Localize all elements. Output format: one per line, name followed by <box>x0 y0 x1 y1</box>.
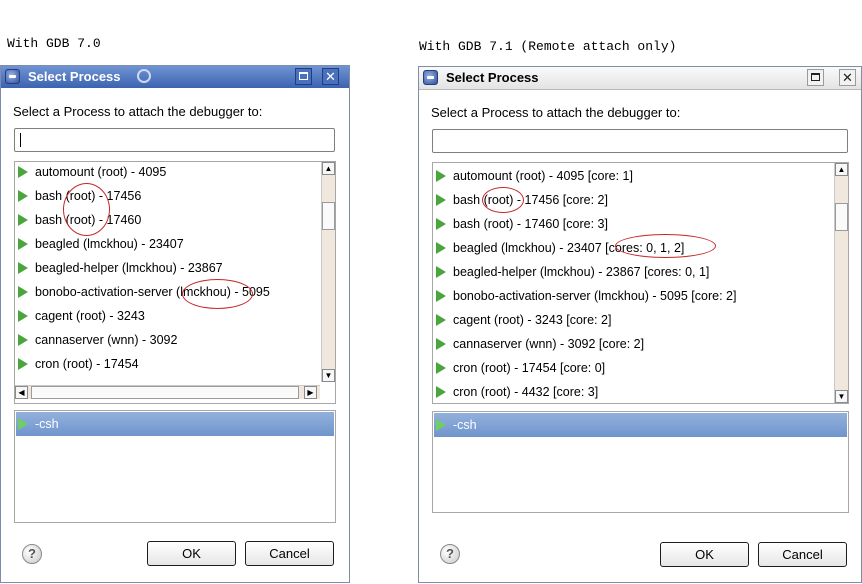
select-process-dialog-gdb-7-0: Select Process ✕ Select a Process to att… <box>0 65 350 583</box>
process-icon <box>18 166 28 178</box>
arrow-right-icon[interactable]: ▶ <box>304 386 317 399</box>
vertical-scrollbar[interactable]: ▲ ▼ <box>834 163 848 403</box>
selected-process-list[interactable]: -csh <box>14 410 336 523</box>
arrow-down-icon[interactable]: ▼ <box>322 369 335 382</box>
title-bar[interactable]: Select Process ✕ <box>1 66 349 88</box>
dialog-title: Select Process <box>446 70 539 85</box>
process-icon <box>18 358 28 370</box>
process-icon <box>436 314 446 326</box>
close-icon: ✕ <box>325 69 336 84</box>
selected-process-list[interactable]: -csh <box>432 411 849 513</box>
caption-gdb-7-0: With GDB 7.0 <box>7 36 101 51</box>
process-icon <box>18 262 28 274</box>
ok-button[interactable]: OK <box>660 542 749 567</box>
process-icon <box>436 386 446 398</box>
maximize-icon <box>299 72 308 80</box>
close-icon: ✕ <box>842 70 853 85</box>
ok-button[interactable]: OK <box>147 541 236 566</box>
maximize-button[interactable] <box>295 68 312 85</box>
cancel-button[interactable]: Cancel <box>245 541 334 566</box>
help-icon[interactable]: ? <box>22 544 42 564</box>
arrow-up-icon[interactable]: ▲ <box>835 163 848 176</box>
process-icon <box>18 310 28 322</box>
process-icon <box>18 334 28 346</box>
title-bar[interactable]: Select Process ✕ <box>419 67 861 90</box>
selected-process-row[interactable]: -csh <box>16 412 334 436</box>
process-icon <box>18 238 28 250</box>
process-list[interactable]: automount (root) - 4095 [core: 1] bash (… <box>432 162 849 404</box>
close-button[interactable]: ✕ <box>839 69 856 86</box>
close-button[interactable]: ✕ <box>322 68 339 85</box>
scrollbar-thumb[interactable] <box>835 203 848 231</box>
vertical-scrollbar[interactable]: ▲ ▼ <box>321 162 335 382</box>
process-icon <box>436 242 446 254</box>
arrow-down-icon[interactable]: ▼ <box>835 390 848 403</box>
swirl-icon <box>137 69 151 83</box>
process-icon <box>18 214 28 226</box>
selected-process-row[interactable]: -csh <box>434 413 847 437</box>
prompt-label: Select a Process to attach the debugger … <box>13 104 263 119</box>
scrollbar-thumb[interactable] <box>322 202 335 230</box>
cancel-button[interactable]: Cancel <box>758 542 847 567</box>
process-icon <box>436 419 446 431</box>
text-caret <box>20 133 21 147</box>
maximize-button[interactable] <box>807 69 824 86</box>
dialog-title: Select Process <box>28 69 121 84</box>
prompt-label: Select a Process to attach the debugger … <box>431 105 681 120</box>
maximize-icon <box>811 73 820 81</box>
process-icon <box>436 266 446 278</box>
process-icon <box>436 338 446 350</box>
process-icon <box>18 418 28 430</box>
process-icon <box>18 190 28 202</box>
horizontal-scrollbar[interactable]: ◀ ▶ <box>15 385 320 399</box>
app-icon <box>423 70 438 85</box>
process-filter-input[interactable] <box>14 128 335 152</box>
arrow-up-icon[interactable]: ▲ <box>322 162 335 175</box>
process-icon <box>436 290 446 302</box>
help-icon[interactable]: ? <box>440 544 460 564</box>
process-icon <box>436 218 446 230</box>
process-icon <box>18 286 28 298</box>
process-list[interactable]: automount (root) - 4095 bash (root) - 17… <box>14 161 336 404</box>
process-filter-input[interactable] <box>432 129 848 153</box>
scrollbar-thumb[interactable] <box>31 386 299 399</box>
caption-gdb-7-1: With GDB 7.1 (Remote attach only) <box>419 39 677 54</box>
select-process-dialog-gdb-7-1: Select Process ✕ Select a Process to att… <box>418 66 862 583</box>
process-icon <box>436 170 446 182</box>
arrow-left-icon[interactable]: ◀ <box>15 386 28 399</box>
process-icon <box>436 194 446 206</box>
process-icon <box>436 362 446 374</box>
app-icon <box>5 69 20 84</box>
